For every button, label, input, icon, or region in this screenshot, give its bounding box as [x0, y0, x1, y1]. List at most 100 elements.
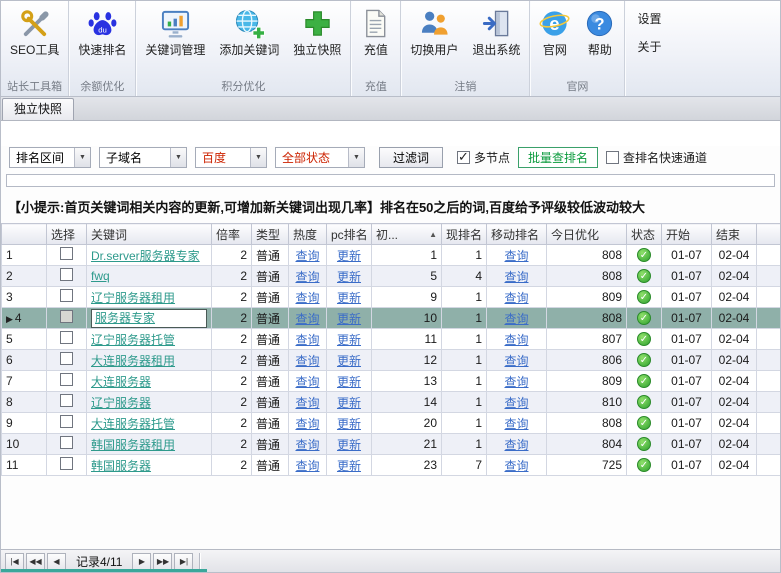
- keyword-link[interactable]: Dr.server服务器专家: [91, 249, 200, 263]
- keyword-link[interactable]: 辽宁服务器租用: [91, 291, 175, 305]
- mobile-rank-cell[interactable]: 查询: [487, 413, 547, 434]
- mobile-query-link[interactable]: 查询: [504, 396, 528, 410]
- nav-next-page-button[interactable]: ▶▶: [153, 553, 172, 570]
- row-checkbox[interactable]: [60, 415, 73, 428]
- row-checkbox[interactable]: [60, 310, 73, 323]
- mobile-query-link[interactable]: 查询: [504, 312, 528, 326]
- filter-words-button[interactable]: 过滤词: [379, 147, 443, 168]
- keyword-link[interactable]: fwq: [91, 269, 110, 283]
- heat-query-link[interactable]: 查询: [295, 312, 319, 326]
- heat-cell[interactable]: 查询: [289, 329, 327, 350]
- table-row[interactable]: 7大连服务器2普通查询更新131查询809✓01-0702-04: [2, 371, 781, 392]
- keyword-link[interactable]: 大连服务器托管: [91, 417, 175, 431]
- pc-rank-cell[interactable]: 更新: [327, 350, 372, 371]
- row-select-cell[interactable]: [47, 287, 87, 308]
- fast-channel-option[interactable]: 查排名快速通道: [606, 149, 707, 166]
- row-checkbox[interactable]: [60, 436, 73, 449]
- row-select-cell[interactable]: [47, 329, 87, 350]
- mobile-rank-cell[interactable]: 查询: [487, 371, 547, 392]
- switch-user-button[interactable]: 切换用户: [403, 4, 465, 60]
- batch-rank-button[interactable]: 批量查排名: [518, 147, 598, 168]
- column-header[interactable]: 关键词: [87, 224, 212, 245]
- heat-query-link[interactable]: 查询: [295, 417, 319, 431]
- column-header[interactable]: 现排名: [442, 224, 487, 245]
- column-header[interactable]: 热度: [289, 224, 327, 245]
- heat-cell[interactable]: 查询: [289, 350, 327, 371]
- row-checkbox[interactable]: [60, 331, 73, 344]
- mobile-query-link[interactable]: 查询: [504, 249, 528, 263]
- mobile-rank-cell[interactable]: 查询: [487, 308, 547, 329]
- row-select-cell[interactable]: [47, 413, 87, 434]
- exit-system-button[interactable]: 退出系统: [465, 4, 527, 60]
- pc-rank-cell[interactable]: 更新: [327, 413, 372, 434]
- keyword-link[interactable]: 辽宁服务器托管: [91, 333, 175, 347]
- heat-cell[interactable]: 查询: [289, 245, 327, 266]
- keyword-cell[interactable]: Dr.server服务器专家: [87, 245, 212, 266]
- heat-query-link[interactable]: 查询: [295, 249, 319, 263]
- recharge-button[interactable]: 充值: [353, 4, 398, 60]
- tab-snapshot[interactable]: 独立快照: [2, 98, 74, 120]
- about-button[interactable]: 关于: [637, 38, 661, 55]
- column-header[interactable]: 开始: [662, 224, 712, 245]
- row-checkbox[interactable]: [60, 247, 73, 260]
- snapshot-button[interactable]: 独立快照: [286, 4, 348, 60]
- mobile-query-link[interactable]: 查询: [504, 333, 528, 347]
- row-checkbox[interactable]: [60, 373, 73, 386]
- mobile-rank-cell[interactable]: 查询: [487, 350, 547, 371]
- mobile-query-link[interactable]: 查询: [504, 375, 528, 389]
- column-header[interactable]: 初...▲: [372, 224, 442, 245]
- heat-cell[interactable]: 查询: [289, 413, 327, 434]
- row-checkbox[interactable]: [60, 268, 73, 281]
- row-select-cell[interactable]: [47, 245, 87, 266]
- row-checkbox[interactable]: [60, 289, 73, 302]
- pc-update-link[interactable]: 更新: [337, 312, 361, 326]
- official-site-button[interactable]: e官网: [532, 4, 577, 60]
- row-select-cell[interactable]: [47, 266, 87, 287]
- fast-channel-checkbox[interactable]: [606, 151, 619, 164]
- mobile-query-link[interactable]: 查询: [504, 291, 528, 305]
- pc-rank-cell[interactable]: 更新: [327, 287, 372, 308]
- keyword-cell[interactable]: fwq: [87, 266, 212, 287]
- pc-rank-cell[interactable]: 更新: [327, 245, 372, 266]
- status-filter-dropdown[interactable]: 全部状态▼: [275, 147, 365, 168]
- heat-query-link[interactable]: 查询: [295, 459, 319, 473]
- row-select-cell[interactable]: [47, 392, 87, 413]
- keyword-inline-editor[interactable]: 服务器专家: [91, 309, 207, 328]
- keyword-cell[interactable]: 辽宁服务器租用: [87, 287, 212, 308]
- keyword-cell[interactable]: 大连服务器托管: [87, 413, 212, 434]
- keyword-link[interactable]: 韩国服务器租用: [91, 438, 175, 452]
- mobile-query-link[interactable]: 查询: [504, 438, 528, 452]
- nav-first-button[interactable]: |◀: [5, 553, 24, 570]
- nav-next-button[interactable]: ▶: [132, 553, 151, 570]
- rank-range-dropdown[interactable]: 排名区间▼: [9, 147, 91, 168]
- keyword-cell[interactable]: 韩国服务器租用: [87, 434, 212, 455]
- subdomain-dropdown[interactable]: 子域名▼: [99, 147, 187, 168]
- column-header[interactable]: 选择: [47, 224, 87, 245]
- pc-update-link[interactable]: 更新: [337, 291, 361, 305]
- mobile-rank-cell[interactable]: 查询: [487, 434, 547, 455]
- pc-update-link[interactable]: 更新: [337, 417, 361, 431]
- keyword-link[interactable]: 辽宁服务器: [91, 396, 151, 410]
- heat-cell[interactable]: 查询: [289, 287, 327, 308]
- mobile-query-link[interactable]: 查询: [504, 417, 528, 431]
- keyword-link[interactable]: 大连服务器: [91, 375, 151, 389]
- help-button[interactable]: ?帮助: [577, 4, 622, 60]
- column-header[interactable]: 类型: [252, 224, 289, 245]
- mobile-rank-cell[interactable]: 查询: [487, 392, 547, 413]
- table-row[interactable]: 2fwq2普通查询更新54查询808✓01-0702-04: [2, 266, 781, 287]
- nav-prev-button[interactable]: ◀: [47, 553, 66, 570]
- nav-prev-page-button[interactable]: ◀◀: [26, 553, 45, 570]
- mobile-rank-cell[interactable]: 查询: [487, 455, 547, 476]
- multi-node-option[interactable]: 多节点: [457, 149, 510, 166]
- table-row[interactable]: 1Dr.server服务器专家2普通查询更新11查询808✓01-0702-04: [2, 245, 781, 266]
- pc-rank-cell[interactable]: 更新: [327, 266, 372, 287]
- table-row[interactable]: 6大连服务器租用2普通查询更新121查询806✓01-0702-04: [2, 350, 781, 371]
- table-row[interactable]: 8辽宁服务器2普通查询更新141查询810✓01-0702-04: [2, 392, 781, 413]
- heat-cell[interactable]: 查询: [289, 392, 327, 413]
- pc-update-link[interactable]: 更新: [337, 354, 361, 368]
- table-row[interactable]: 5辽宁服务器托管2普通查询更新111查询807✓01-0702-04: [2, 329, 781, 350]
- pc-rank-cell[interactable]: 更新: [327, 371, 372, 392]
- keyword-cell[interactable]: 韩国服务器: [87, 455, 212, 476]
- row-select-cell[interactable]: [47, 308, 87, 329]
- heat-query-link[interactable]: 查询: [295, 354, 319, 368]
